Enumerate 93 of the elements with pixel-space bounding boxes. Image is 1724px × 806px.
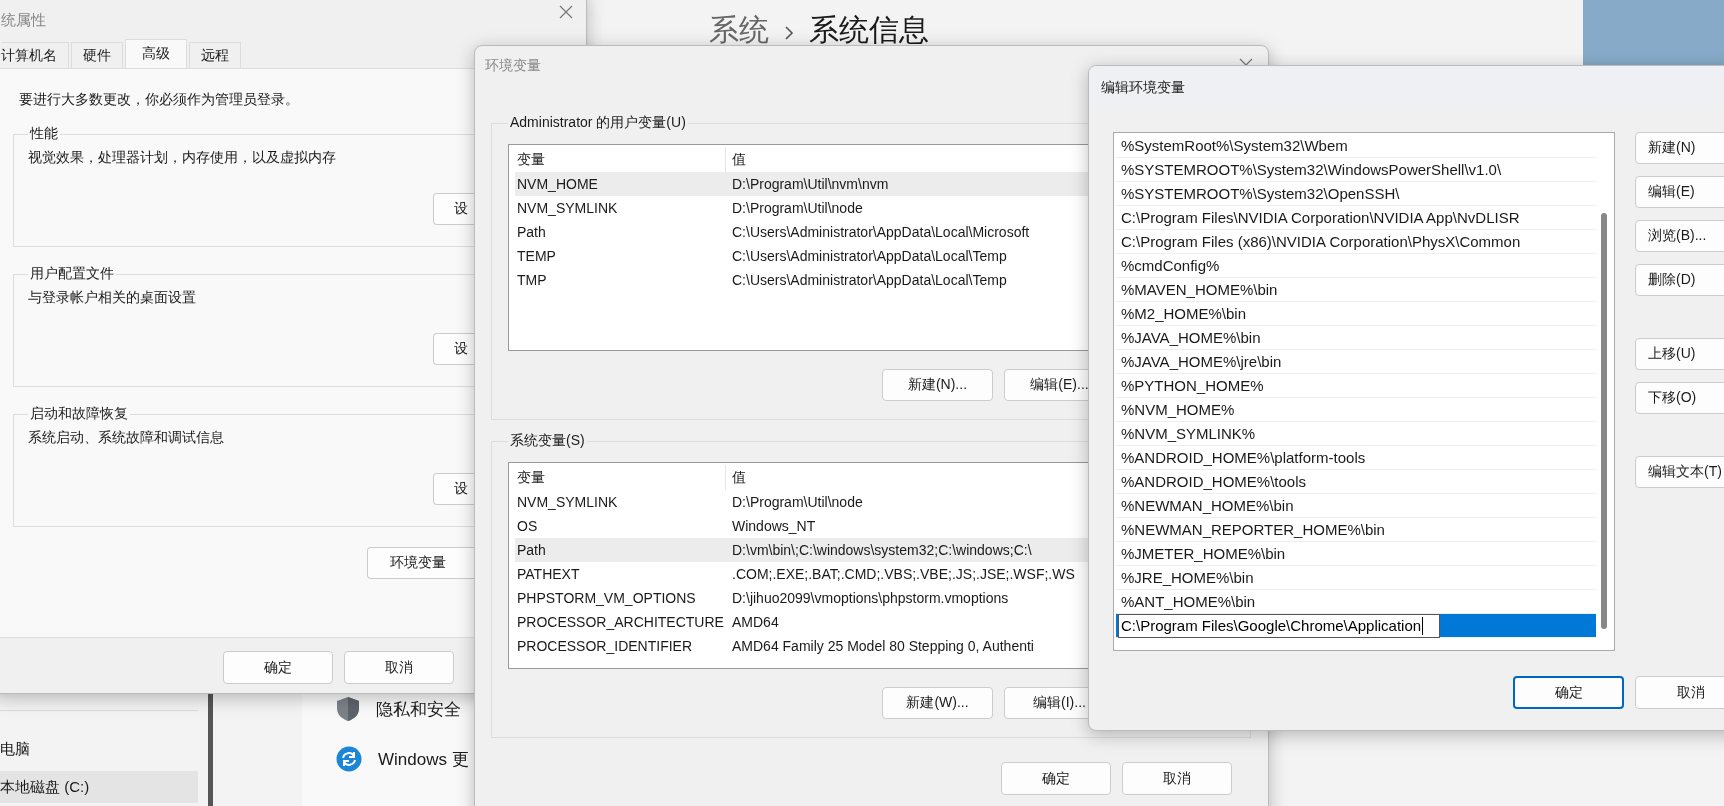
list-row[interactable]: %NEWMAN_HOME%\bin <box>1116 494 1596 518</box>
list-row[interactable]: C:\Program Files (x86)\NVIDIA Corporation\PhysX\Common <box>1116 230 1596 254</box>
settings-button[interactable]: 设 <box>433 333 476 365</box>
table-cell-text: C:\Users\Administrator\AppData\Local\Microsoft <box>731 224 1030 240</box>
list-row[interactable]: %SYSTEMROOT%\System32\WindowsPowerShell\v1.0\ <box>1116 158 1596 182</box>
table-cell-text: TEMP <box>516 247 557 266</box>
table-cell-text: Windows_NT <box>731 518 816 534</box>
table-cell-text: PATHEXT <box>516 565 581 584</box>
list-row[interactable]: %ANDROID_HOME%\tools <box>1116 470 1596 494</box>
environment-variables-button[interactable]: 环境变量 <box>367 547 477 579</box>
group-description: 系统启动、系统故障和调试信息 <box>28 429 224 447</box>
list-row[interactable]: %SYSTEMROOT%\System32\OpenSSH\ <box>1116 182 1596 206</box>
table-cell-text: D:\vm\bin\;C:\windows\system32;C:\windows;C:\ <box>731 542 1032 558</box>
group-title: 启动和故障恢复 <box>29 405 129 423</box>
side-button[interactable]: 下移(O) <box>1635 382 1724 414</box>
tab[interactable]: 高级 <box>125 39 187 68</box>
side-button[interactable]: 编辑文本(T) <box>1635 456 1724 488</box>
group-description: 与登录帐户相关的桌面设置 <box>28 289 196 307</box>
settings-button[interactable]: 设 <box>433 193 476 225</box>
dialog-button[interactable]: 取消 <box>1122 762 1232 795</box>
table-cell-text: PHPSTORM_VM_OPTIONS <box>516 589 697 608</box>
table-cell-text: Path <box>516 223 547 242</box>
table-cell-text: NVM_SYMLINK <box>516 493 619 512</box>
table-cell-text: D:\Program\Util\node <box>731 494 863 510</box>
side-button[interactable]: 上移(U) <box>1635 338 1724 370</box>
list-row[interactable]: %ANDROID_HOME%\platform-tools <box>1116 446 1596 470</box>
list-row[interactable]: %JAVA_HOME%\jre\bin <box>1116 350 1596 374</box>
table-cell-text: D:\jihuo2099\vmoptions\phpstorm.vmoptions <box>731 590 1009 606</box>
table-button[interactable]: 新建(W)... <box>882 687 993 719</box>
tab[interactable]: 硬件 <box>71 42 123 68</box>
group-title: 性能 <box>28 125 59 143</box>
table-cell-text: AMD64 Family 25 Model 80 Stepping 0, Authenti <box>731 638 1034 654</box>
group-title: 系统变量(S) <box>509 432 586 450</box>
dialog-button[interactable]: 确定 <box>223 651 333 684</box>
tab[interactable]: 计算机名 <box>1 42 69 68</box>
list-row[interactable]: %JMETER_HOME%\bin <box>1116 542 1596 566</box>
list-row[interactable]: %JRE_HOME%\bin <box>1116 566 1596 590</box>
chevron-right-icon <box>783 23 795 42</box>
scrollbar-thumb[interactable] <box>1601 213 1607 629</box>
window-title: 统属性 <box>1 11 46 30</box>
notice-text: 要进行大多数更改，你必须作为管理员登录。 <box>19 91 300 109</box>
settings-button[interactable]: 设 <box>433 473 476 505</box>
group-title: 用户配置文件 <box>29 265 115 283</box>
side-button[interactable]: 编辑(E) <box>1635 176 1724 208</box>
list-row[interactable]: %M2_HOME%\bin <box>1116 302 1596 326</box>
list-row[interactable]: C:\Program Files\NVIDIA Corporation\NVIDIA App\NvDLISR <box>1116 206 1596 230</box>
table-cell-text: PROCESSOR_ARCHITECTURE <box>516 613 725 632</box>
input-field[interactable]: C:\Program Files\Google\Chrome\Application <box>1118 613 1441 638</box>
list-row[interactable]: %cmdConfig% <box>1116 254 1596 278</box>
list-row[interactable]: %SystemRoot%\System32\Wbem <box>1116 134 1596 158</box>
list-row[interactable]: %MAVEN_HOME%\bin <box>1116 278 1596 302</box>
column-header: 值 <box>731 468 746 487</box>
table-cell-text: C:\Users\Administrator\AppData\Local\Temp <box>731 272 1007 288</box>
side-button[interactable]: 浏览(B)... <box>1635 220 1724 252</box>
side-button[interactable]: 新建(N) <box>1635 132 1724 164</box>
table-cell-text: D:\Program\Util\node <box>731 200 863 216</box>
window-title: 环境变量 <box>485 57 541 75</box>
tab[interactable]: 远程 <box>189 42 241 68</box>
dialog-button[interactable]: 取消 <box>344 651 454 684</box>
nav-item[interactable]: 本地磁盘 (C:) <box>0 771 198 803</box>
close-icon[interactable] <box>559 5 573 19</box>
table-cell-text: C:\Users\Administrator\AppData\Local\Temp <box>731 248 1007 264</box>
shield-icon <box>336 696 360 722</box>
nav-item[interactable]: 电脑 <box>0 733 198 765</box>
list-row[interactable]: %JAVA_HOME%\bin <box>1116 326 1596 350</box>
table-cell-text: OS <box>516 517 539 536</box>
list-row[interactable]: %PYTHON_HOME% <box>1116 374 1596 398</box>
list-row[interactable]: %NVM_HOME% <box>1116 398 1596 422</box>
column-header: 值 <box>731 150 746 169</box>
refresh-icon <box>336 746 362 772</box>
table-cell-text: NVM_SYMLINK <box>516 199 619 218</box>
table-cell-text: PROCESSOR_IDENTIFIER <box>516 637 694 656</box>
breadcrumb-current: 系统信息 <box>809 12 929 48</box>
dialog-button[interactable]: 取消 <box>1635 676 1724 709</box>
list-row[interactable]: %NVM_SYMLINK% <box>1116 422 1596 446</box>
table-cell-text: Path <box>516 541 547 560</box>
table-button[interactable]: 新建(N)... <box>882 369 993 401</box>
group-title: Administrator 的用户变量(U) <box>509 114 687 132</box>
settings-item[interactable]: 隐私和安全 <box>376 697 461 721</box>
column-header: 变量 <box>515 465 726 490</box>
window-title: 编辑环境变量 <box>1101 79 1185 97</box>
table-cell-text: TMP <box>516 271 548 290</box>
table-cell-text: D:\Program\Util\nvm\nvm <box>731 176 889 192</box>
dialog-button[interactable]: 确定 <box>1001 762 1111 795</box>
table-cell-text: AMD64 <box>731 614 779 630</box>
table-cell-text: .COM;.EXE;.BAT;.CMD;.VBS;.VBE;.JS;.JSE;.WSF;.WS <box>731 566 1075 582</box>
group-description: 视觉效果，处理器计划，内存使用，以及虚拟内存 <box>28 149 336 167</box>
settings-item[interactable]: Windows 更 <box>378 747 469 771</box>
list-row-editor[interactable]: C:\Program Files\Google\Chrome\Application <box>1116 614 1596 638</box>
dialog-button[interactable]: 确定 <box>1513 676 1624 709</box>
side-button[interactable]: 删除(D) <box>1635 264 1724 296</box>
list-row[interactable]: %NEWMAN_REPORTER_HOME%\bin <box>1116 518 1596 542</box>
table-cell-text: NVM_HOME <box>516 175 599 194</box>
